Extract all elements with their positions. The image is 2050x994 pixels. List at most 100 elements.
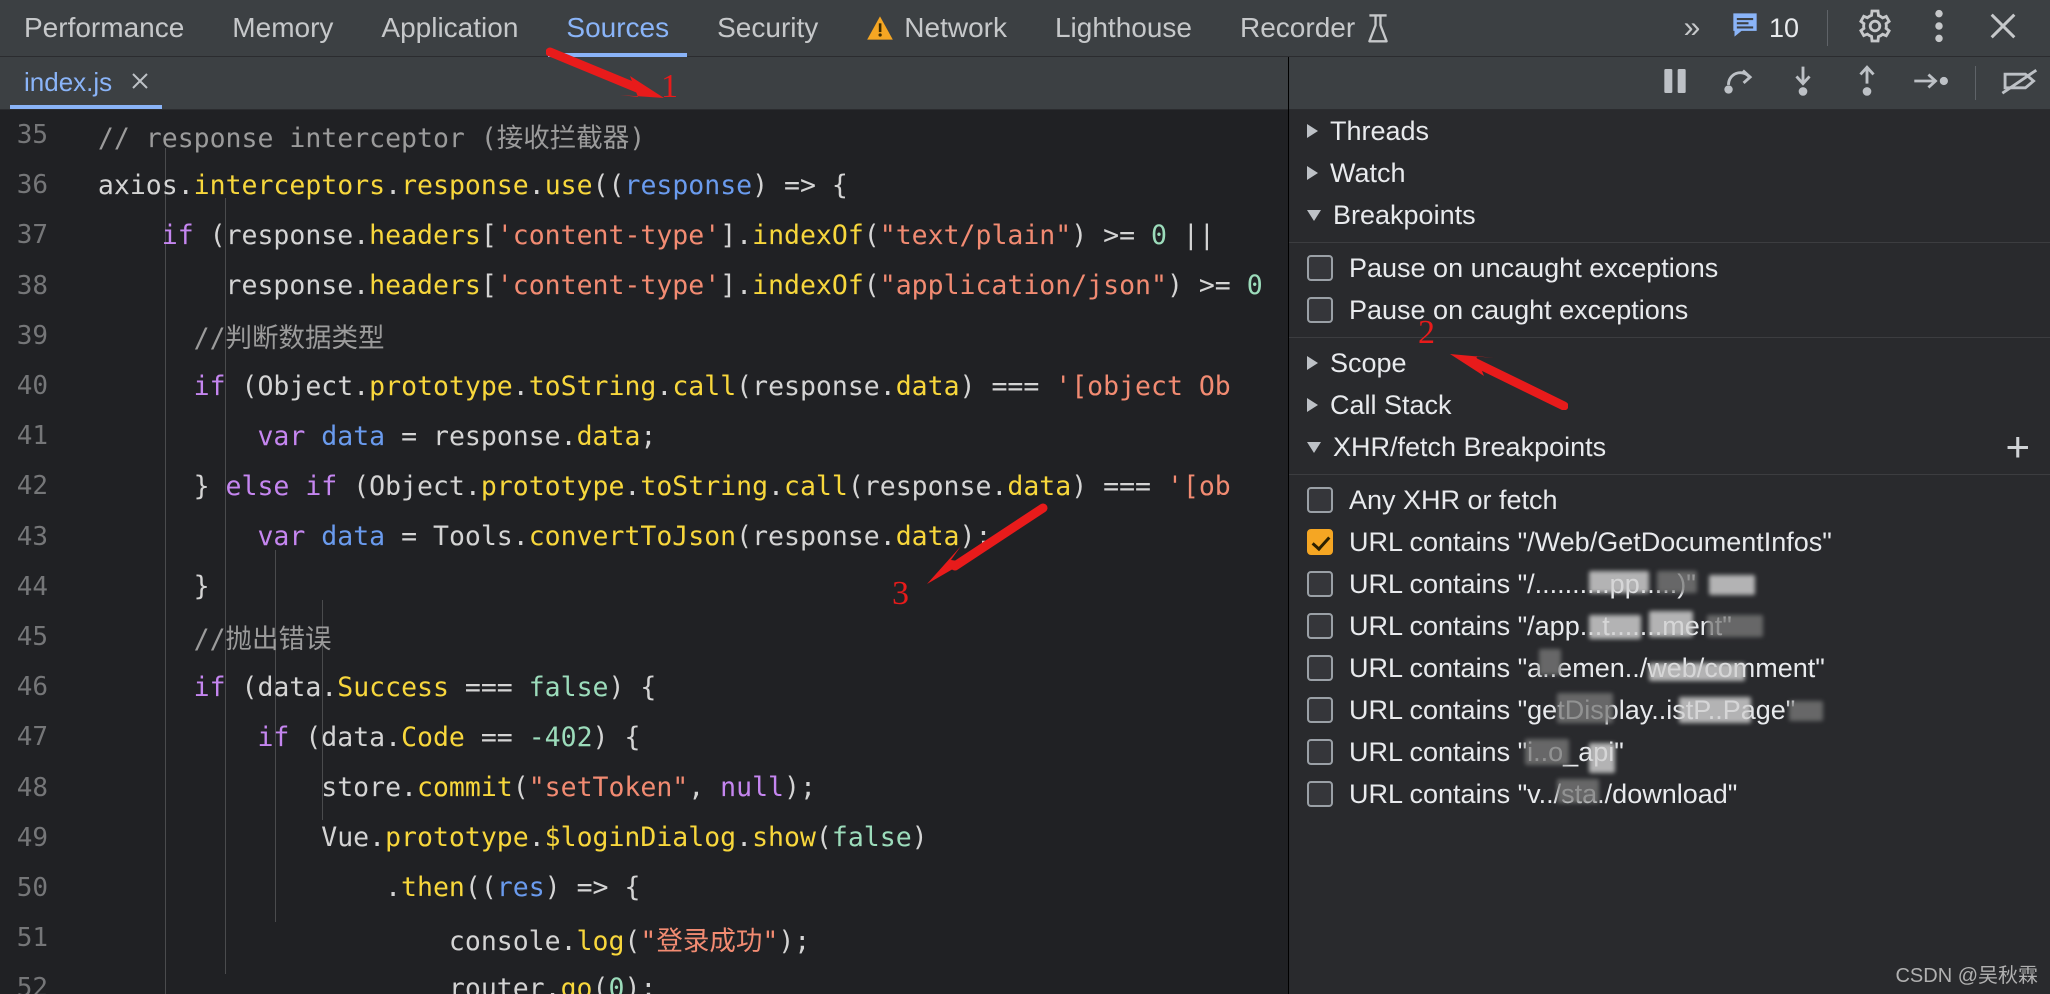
code-row[interactable]: 47 if (data.Code == -402) { bbox=[0, 712, 1288, 762]
settings-button[interactable] bbox=[1846, 0, 1904, 57]
code-row[interactable]: 38 response.headers['content-type'].inde… bbox=[0, 261, 1288, 311]
line-number[interactable]: 42 bbox=[0, 471, 62, 501]
panel-tab-sources[interactable]: Sources bbox=[542, 0, 693, 57]
close-icon[interactable] bbox=[128, 69, 152, 97]
checkbox[interactable] bbox=[1307, 487, 1333, 513]
code-row[interactable]: 41 var data = response.data; bbox=[0, 411, 1288, 461]
code-row[interactable]: 42 } else if (Object.prototype.toString.… bbox=[0, 461, 1288, 511]
row-label: URL contains "/Web/GetDocumentInfos" bbox=[1349, 526, 1832, 557]
line-number[interactable]: 41 bbox=[0, 421, 62, 451]
xhr-breakpoint-row[interactable]: Any XHR or fetch bbox=[1289, 479, 2050, 521]
panel-tab-label: Memory bbox=[232, 12, 334, 43]
step-out-button[interactable] bbox=[1837, 57, 1897, 110]
code-row[interactable]: 40 if (Object.prototype.toString.call(re… bbox=[0, 361, 1288, 411]
line-number[interactable]: 47 bbox=[0, 722, 62, 752]
exception-option-row[interactable]: Pause on caught exceptions bbox=[1289, 289, 2050, 331]
exception-option-row[interactable]: Pause on uncaught exceptions bbox=[1289, 247, 2050, 289]
section-label: Call Stack bbox=[1330, 389, 1452, 420]
code-row[interactable]: 51 console.log("登录成功"); bbox=[0, 913, 1288, 963]
code-row[interactable]: 48 store.commit("setToken", null); bbox=[0, 762, 1288, 812]
panel-tab-memory[interactable]: Memory bbox=[208, 0, 357, 57]
checkbox[interactable] bbox=[1307, 697, 1333, 723]
checkbox[interactable] bbox=[1307, 571, 1333, 597]
checkbox[interactable] bbox=[1307, 297, 1333, 323]
panel-tab-security[interactable]: Security bbox=[693, 0, 842, 57]
section-header-xhr-fetch-breakpoints[interactable]: XHR/fetch Breakpoints + bbox=[1289, 426, 2050, 468]
checkbox[interactable] bbox=[1307, 529, 1333, 555]
checkbox[interactable] bbox=[1307, 781, 1333, 807]
code-row[interactable]: 43 var data = Tools.convertToJson(respon… bbox=[0, 512, 1288, 562]
pause-script-execution-button[interactable] bbox=[1645, 57, 1705, 110]
file-tab-strip: index.js bbox=[0, 57, 1288, 110]
code-line-text: var data = response.data; bbox=[257, 420, 657, 452]
section-header-scope[interactable]: Scope bbox=[1289, 342, 2050, 384]
code-row[interactable]: 39 //判断数据类型 bbox=[0, 311, 1288, 361]
panel-tab-network[interactable]: Network bbox=[842, 0, 1031, 57]
section-label: Threads bbox=[1330, 115, 1430, 146]
step-button[interactable] bbox=[1901, 57, 1961, 110]
section-header-watch[interactable]: Watch bbox=[1289, 152, 2050, 194]
line-number[interactable]: 52 bbox=[0, 973, 62, 994]
xhr-breakpoint-row[interactable]: URL contains "a..emen../web/comment" bbox=[1289, 647, 2050, 689]
deactivate-breakpoints-button[interactable] bbox=[1990, 57, 2050, 110]
file-tab-label: index.js bbox=[24, 67, 113, 97]
debugger-controls-toolbar bbox=[1289, 57, 2050, 110]
checkbox[interactable] bbox=[1307, 655, 1333, 681]
code-row[interactable]: 36 axios.interceptors.response.use((resp… bbox=[0, 160, 1288, 210]
xhr-breakpoint-row[interactable]: URL contains "v../sta./download" bbox=[1289, 773, 2050, 815]
main-menu-button[interactable] bbox=[1910, 0, 1968, 57]
code-row[interactable]: 44 } bbox=[0, 562, 1288, 612]
xhr-breakpoint-row[interactable]: URL contains "/Web/GetDocumentInfos" bbox=[1289, 521, 2050, 563]
line-number[interactable]: 38 bbox=[0, 271, 62, 301]
show-navigator-button[interactable] bbox=[1289, 57, 1349, 110]
line-number[interactable]: 40 bbox=[0, 371, 62, 401]
plus-icon[interactable]: + bbox=[2005, 426, 2030, 469]
line-number[interactable]: 36 bbox=[0, 170, 62, 200]
code-row[interactable]: 46 if (data.Success === false) { bbox=[0, 662, 1288, 712]
panel-tab-lighthouse[interactable]: Lighthouse bbox=[1031, 0, 1216, 57]
file-tab-index-js[interactable]: index.js bbox=[0, 56, 172, 109]
code-line-text: if (response.headers['content-type'].ind… bbox=[161, 219, 1215, 251]
section-header-threads[interactable]: Threads bbox=[1289, 110, 2050, 152]
panel-tab-recorder[interactable]: Recorder bbox=[1216, 0, 1415, 57]
chevron-right-icon bbox=[1307, 356, 1318, 370]
code-row[interactable]: 49 Vue.prototype.$loginDialog.show(false… bbox=[0, 813, 1288, 863]
close-devtools-button[interactable] bbox=[1974, 0, 2032, 57]
panel-tab-label: Network bbox=[904, 12, 1007, 43]
line-number[interactable]: 37 bbox=[0, 220, 62, 250]
line-number[interactable]: 35 bbox=[0, 120, 62, 150]
section-header-breakpoints[interactable]: Breakpoints bbox=[1289, 194, 2050, 236]
xhr-breakpoint-row[interactable]: URL contains "i..o_api" bbox=[1289, 731, 2050, 773]
checkbox[interactable] bbox=[1307, 613, 1333, 639]
checkbox[interactable] bbox=[1307, 739, 1333, 765]
line-number[interactable]: 44 bbox=[0, 572, 62, 602]
step-over-button[interactable] bbox=[1709, 57, 1769, 110]
step-into-button[interactable] bbox=[1773, 57, 1833, 110]
line-number[interactable]: 46 bbox=[0, 672, 62, 702]
line-number[interactable]: 50 bbox=[0, 873, 62, 903]
code-row[interactable]: 52 router.go(0); bbox=[0, 963, 1288, 994]
section-header-call-stack[interactable]: Call Stack bbox=[1289, 384, 2050, 426]
line-number[interactable]: 39 bbox=[0, 321, 62, 351]
panel-tab-performance[interactable]: Performance bbox=[0, 0, 208, 57]
redaction-blur bbox=[1789, 701, 1823, 721]
line-number[interactable]: 51 bbox=[0, 923, 62, 953]
code-row[interactable]: 50 .then((res) => { bbox=[0, 863, 1288, 913]
code-row[interactable]: 37 if (response.headers['content-type'].… bbox=[0, 210, 1288, 260]
panel-tab-application[interactable]: Application bbox=[357, 0, 542, 57]
code-row[interactable]: 35 // response interceptor (接收拦截器) bbox=[0, 110, 1288, 160]
more-panels-button[interactable]: » bbox=[1661, 0, 1719, 57]
xhr-breakpoint-row[interactable]: URL contains "/app...t.......ment" bbox=[1289, 605, 2050, 647]
checkbox[interactable] bbox=[1307, 255, 1333, 281]
xhr-breakpoint-row[interactable]: URL contains "/..........pp.....)" bbox=[1289, 563, 2050, 605]
line-number[interactable]: 43 bbox=[0, 522, 62, 552]
code-viewer[interactable]: 35 // response interceptor (接收拦截器) 36 axi… bbox=[0, 110, 1288, 994]
code-line-text: Vue.prototype.$loginDialog.show(false) bbox=[66, 822, 928, 854]
line-number[interactable]: 48 bbox=[0, 773, 62, 803]
issues-counter-button[interactable]: 10 bbox=[1725, 12, 1809, 45]
step-out-icon bbox=[1853, 64, 1881, 103]
code-row[interactable]: 45 //抛出错误 bbox=[0, 612, 1288, 662]
line-number[interactable]: 45 bbox=[0, 622, 62, 652]
line-number[interactable]: 49 bbox=[0, 823, 62, 853]
xhr-breakpoint-row[interactable]: URL contains "getDisplay..istP..Page" bbox=[1289, 689, 2050, 731]
